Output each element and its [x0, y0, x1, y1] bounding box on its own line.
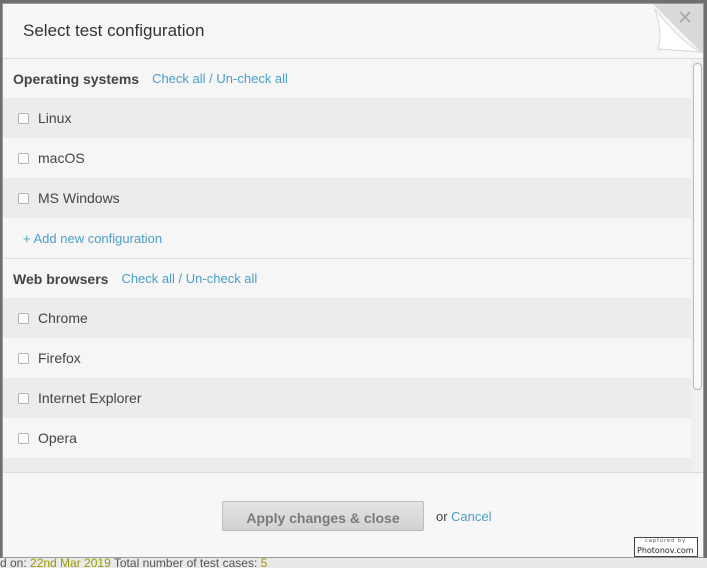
option-label: MS Windows [38, 190, 120, 206]
separator: / [178, 271, 183, 286]
option-label: macOS [38, 150, 85, 166]
option-row-firefox[interactable]: Firefox [3, 338, 691, 378]
uncheck-all-link[interactable]: Un-check all [216, 71, 288, 86]
checkbox[interactable] [18, 112, 29, 124]
background-footer-count: 5 [260, 558, 268, 568]
cancel-link[interactable]: Cancel [451, 509, 491, 524]
add-new-configuration-link[interactable]: + Add new configuration [23, 231, 162, 246]
option-label: Chrome [38, 310, 88, 326]
checkbox[interactable] [18, 432, 29, 444]
checkbox[interactable] [18, 352, 29, 364]
background-footer-label: Total number of test cases: [110, 558, 261, 568]
option-row-macos[interactable]: macOS [3, 138, 691, 178]
background-footer-prefix: d on: [0, 558, 31, 568]
group-header-operating-systems: Operating systems Check all / Un-check a… [3, 59, 691, 98]
background-footer-date: 22nd Mar 2019 [30, 558, 111, 568]
scrollbar-thumb[interactable] [693, 63, 702, 390]
capture-watermark-logo: captured by Photonov.com [634, 537, 698, 557]
or-text: or [436, 509, 448, 524]
dialog-title: Select test configuration [23, 21, 205, 40]
add-configuration-row: + Add new configuration [3, 218, 691, 259]
watermark-top-text: captured by [645, 538, 687, 544]
checkbox[interactable] [18, 192, 29, 204]
scrollbar[interactable] [691, 59, 703, 472]
checkbox[interactable] [18, 152, 29, 164]
option-row-chrome[interactable]: Chrome [3, 298, 691, 338]
checkbox[interactable] [18, 312, 29, 324]
dialog-body: Operating systems Check all / Un-check a… [3, 59, 691, 472]
uncheck-all-link[interactable]: Un-check all [186, 271, 258, 286]
option-label: Opera [38, 430, 77, 446]
check-all-link[interactable]: Check all [121, 271, 174, 286]
option-label: Firefox [38, 350, 81, 366]
option-row-ms-windows[interactable]: MS Windows [3, 178, 691, 218]
option-label: Linux [38, 110, 72, 126]
dialog-footer: Apply changes & close or Cancel [3, 472, 703, 557]
group-title: Operating systems [13, 70, 140, 87]
dialog-header: Select test configuration ✕ [3, 4, 703, 59]
option-row-internet-explorer[interactable]: Internet Explorer [3, 378, 691, 418]
option-row-partial[interactable] [3, 458, 691, 472]
background-footer-text: d on: 22nd Mar 2019 Total number of test… [0, 558, 707, 568]
watermark-bottom-text: Photonov.com [637, 546, 694, 555]
option-row-linux[interactable]: Linux [3, 98, 691, 138]
test-configuration-dialog: Select test configuration ✕ Operating sy… [3, 4, 703, 557]
apply-changes-button[interactable]: Apply changes & close [222, 501, 424, 531]
group-actions: Check all / Un-check all [121, 271, 257, 286]
option-row-opera[interactable]: Opera [3, 418, 691, 458]
check-all-link[interactable]: Check all [152, 71, 205, 86]
group-header-web-browsers: Web browsers Check all / Un-check all [3, 259, 691, 298]
group-title: Web browsers [13, 270, 109, 287]
group-actions: Check all / Un-check all [152, 71, 288, 86]
option-label: Internet Explorer [38, 390, 142, 406]
close-icon[interactable]: ✕ [677, 9, 693, 29]
separator: / [209, 71, 213, 86]
checkbox[interactable] [18, 392, 29, 404]
